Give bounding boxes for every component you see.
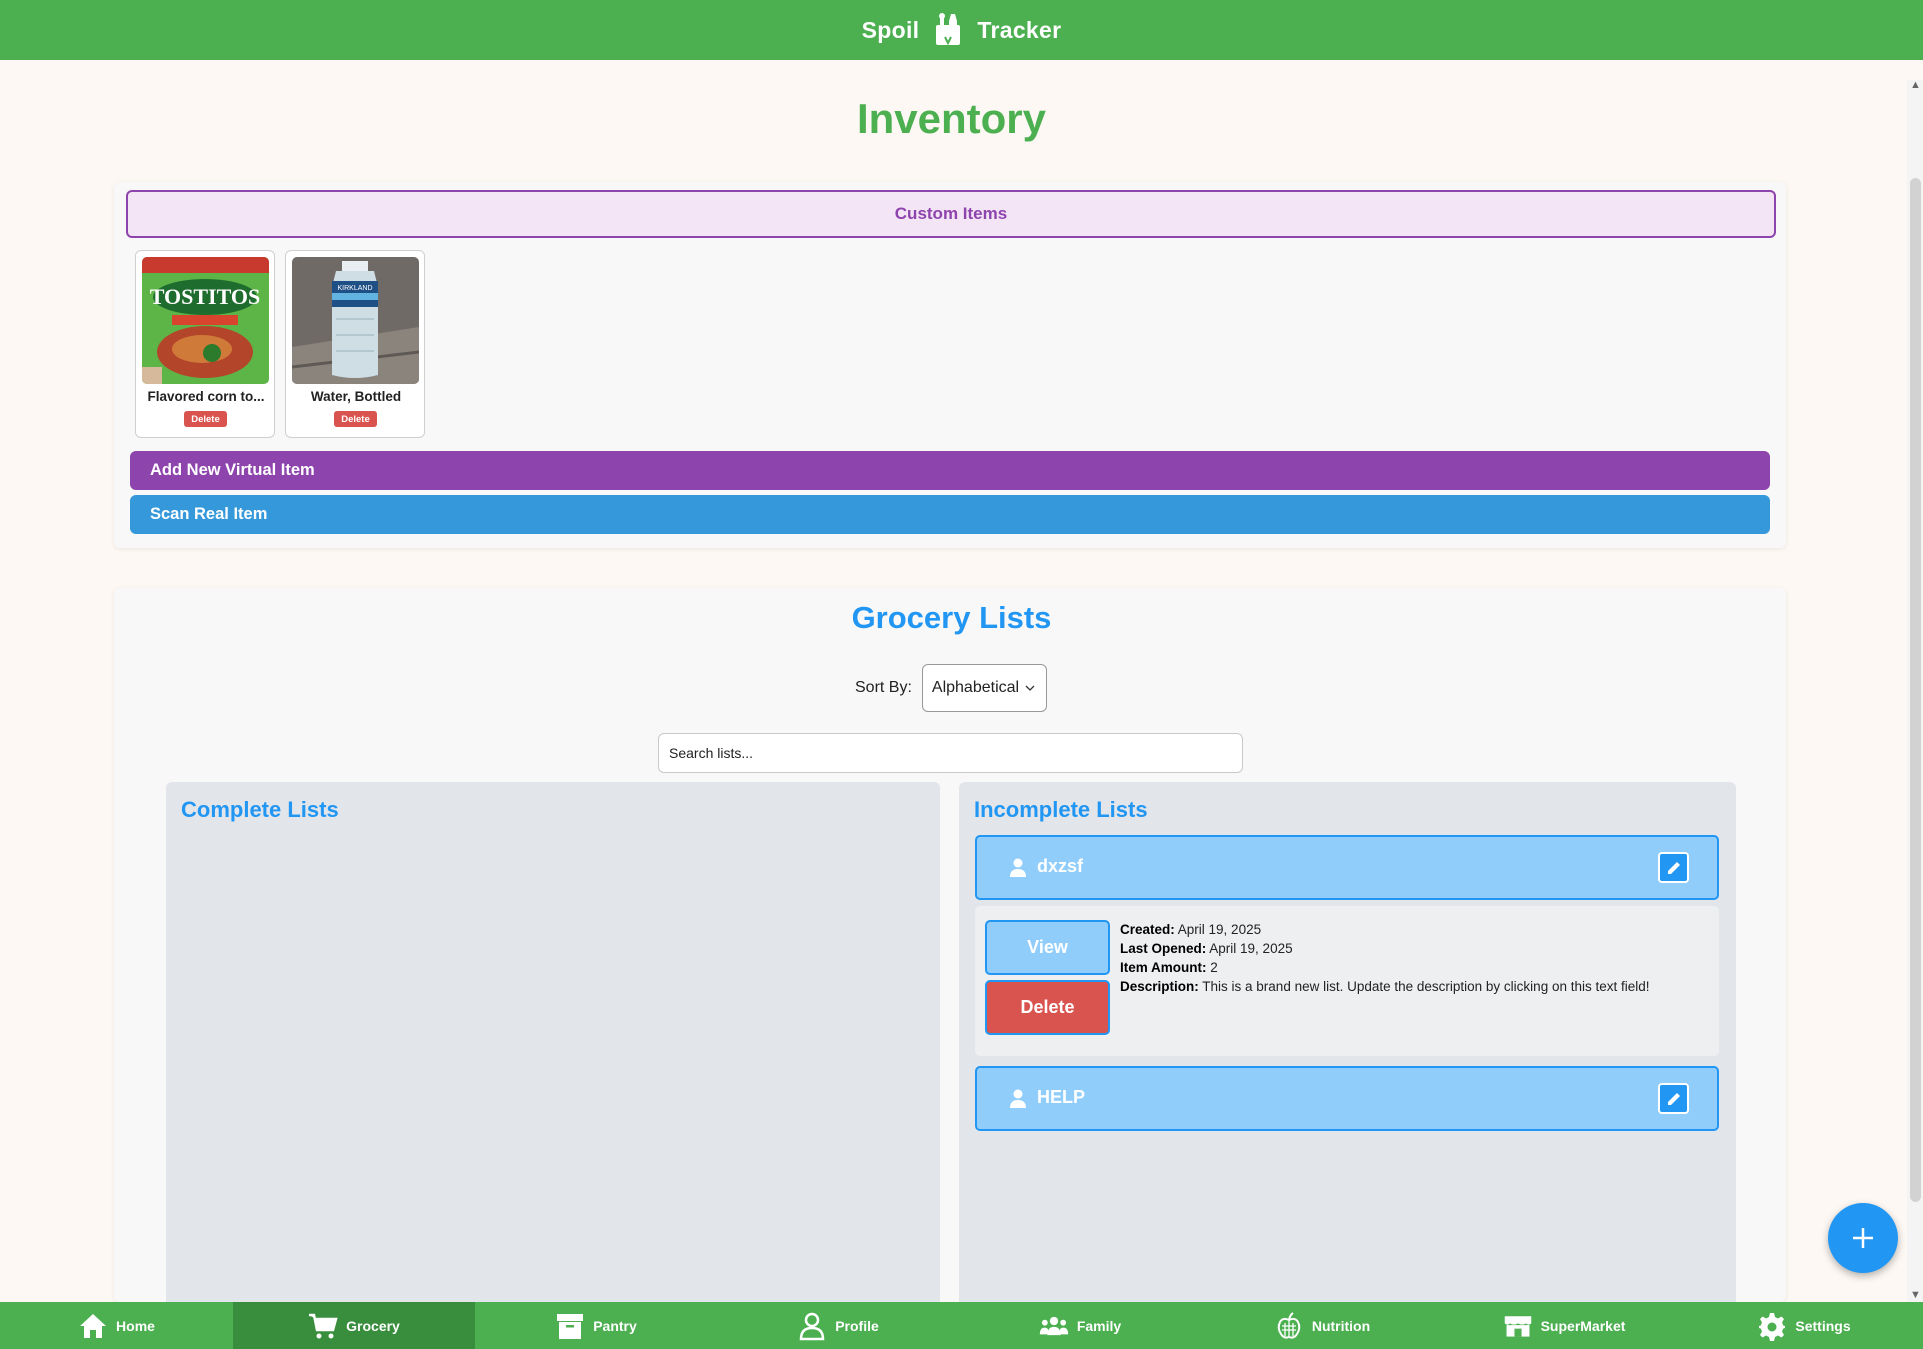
nav-label: Family <box>1076 1317 1122 1334</box>
scan-real-item-button[interactable]: Scan Real Item <box>130 495 1770 534</box>
water-bottle-image: KIRKLAND <box>292 257 419 384</box>
app-header: Spoil Tracker <box>0 0 1923 60</box>
plus-icon <box>1853 1228 1873 1248</box>
opened-value: April 19, 2025 <box>1209 941 1293 956</box>
item-image: TOSTITOS <box>142 257 269 384</box>
add-list-fab[interactable] <box>1828 1203 1898 1273</box>
nav-home[interactable]: Home <box>0 1302 233 1349</box>
item-image: KIRKLAND <box>292 257 419 384</box>
list-name: HELP <box>1037 1087 1086 1107</box>
scroll-down-icon[interactable]: ▼ <box>1910 1290 1921 1301</box>
opened-detail: Last Opened: April 19, 2025 <box>1120 941 1293 956</box>
complete-lists-column: Complete Lists <box>166 782 940 1302</box>
scroll-thumb[interactable] <box>1910 178 1921 1202</box>
view-list-button[interactable]: View <box>985 920 1110 975</box>
apple-icon <box>1277 1311 1301 1339</box>
grocery-lists-title: Grocery Lists <box>851 600 1052 635</box>
incomplete-lists-column: Incomplete Lists dxzsf View Delete Creat… <box>959 782 1736 1302</box>
created-value: April 19, 2025 <box>1177 922 1262 937</box>
amount-label: Item Amount: <box>1120 960 1207 975</box>
svg-text:TOSTITOS: TOSTITOS <box>150 284 260 309</box>
svg-text:KIRKLAND: KIRKLAND <box>337 285 372 292</box>
created-label: Created: <box>1120 922 1175 937</box>
nav-label: Nutrition <box>1311 1317 1371 1334</box>
incomplete-lists-title: Incomplete Lists <box>974 797 1148 822</box>
nav-label: Home <box>116 1317 155 1334</box>
add-virtual-item-button[interactable]: Add New Virtual Item <box>130 451 1770 490</box>
list-details: View Delete Created: April 19, 2025 Last… <box>975 906 1719 1056</box>
created-detail: Created: April 19, 2025 <box>1120 922 1261 937</box>
store-icon <box>1504 1315 1531 1337</box>
delete-list-button[interactable]: Delete <box>985 980 1110 1035</box>
inventory-item-card[interactable]: TOSTITOS Flavored corn to... Delete <box>135 250 275 438</box>
chips-bag-image: TOSTITOS <box>142 257 269 384</box>
nav-pantry[interactable]: Pantry <box>475 1302 717 1349</box>
family-icon <box>1039 1316 1068 1335</box>
sort-row: Sort By: Alphabetical <box>855 664 1047 712</box>
scrollbar[interactable]: ▲ ▼ <box>1907 80 1923 1302</box>
edit-list-button[interactable] <box>1658 852 1689 883</box>
list-name: dxzsf <box>1037 856 1084 876</box>
nav-profile[interactable]: Profile <box>717 1302 959 1349</box>
item-delete-button[interactable]: Delete <box>334 411 377 427</box>
opened-label: Last Opened: <box>1120 941 1207 956</box>
item-name: Water, Bottled <box>310 389 402 404</box>
list-header-help[interactable]: HELP <box>975 1066 1719 1131</box>
user-icon <box>799 1312 825 1340</box>
user-icon <box>1010 1089 1026 1108</box>
edit-list-button[interactable] <box>1658 1083 1689 1114</box>
cart-icon <box>309 1313 338 1338</box>
nav-label: Settings <box>1795 1317 1851 1334</box>
user-icon <box>1010 858 1026 877</box>
description-value[interactable]: This is a brand new list. Update the des… <box>1202 979 1649 994</box>
item-delete-button[interactable]: Delete <box>184 411 227 427</box>
item-name: Flavored corn to... <box>147 389 265 404</box>
description-label: Description: <box>1120 979 1199 994</box>
inventory-panel: Custom Items TOSTITOS Flavored corn to..… <box>114 182 1786 548</box>
gear-icon <box>1759 1312 1786 1341</box>
nav-family[interactable]: Family <box>959 1302 1201 1349</box>
brand-spoil: Spoil <box>861 16 920 43</box>
grocery-bag-logo-icon <box>936 13 961 46</box>
box-icon <box>557 1313 584 1339</box>
sort-select[interactable]: Alphabetical <box>921 664 1047 712</box>
brand-tracker: Tracker <box>977 16 1062 43</box>
pencil-icon <box>1667 861 1680 874</box>
nav-label: Profile <box>835 1317 879 1334</box>
home-icon <box>80 1313 107 1338</box>
nav-label: Pantry <box>593 1317 637 1334</box>
nav-supermarket[interactable]: SuperMarket <box>1443 1302 1685 1349</box>
page-title: Inventory <box>856 95 1047 142</box>
chevron-down-icon <box>1025 685 1035 691</box>
pencil-icon <box>1667 1092 1680 1105</box>
description-detail[interactable]: Description: This is a brand new list. U… <box>1120 979 1650 994</box>
search-lists-input[interactable] <box>658 733 1243 773</box>
complete-lists-title: Complete Lists <box>181 797 339 822</box>
sort-label: Sort By: <box>855 679 912 696</box>
custom-items-header[interactable]: Custom Items <box>126 190 1776 238</box>
nav-grocery[interactable]: Grocery <box>233 1302 475 1349</box>
nav-settings[interactable]: Settings <box>1685 1302 1923 1349</box>
scroll-up-icon[interactable]: ▲ <box>1910 80 1921 91</box>
nav-nutrition[interactable]: Nutrition <box>1201 1302 1443 1349</box>
inventory-item-card[interactable]: KIRKLAND Water, Bottled Delete <box>285 250 425 438</box>
nav-label: Grocery <box>346 1317 400 1334</box>
nav-label: SuperMarket <box>1540 1317 1626 1334</box>
list-header-dxzsf[interactable]: dxzsf <box>975 835 1719 900</box>
amount-value: 2 <box>1210 960 1218 975</box>
bottom-nav: Home Grocery Pantry Profile Family Nutri… <box>0 1302 1923 1349</box>
amount-detail: Item Amount: 2 <box>1120 960 1218 975</box>
sort-value: Alphabetical <box>931 679 1020 696</box>
